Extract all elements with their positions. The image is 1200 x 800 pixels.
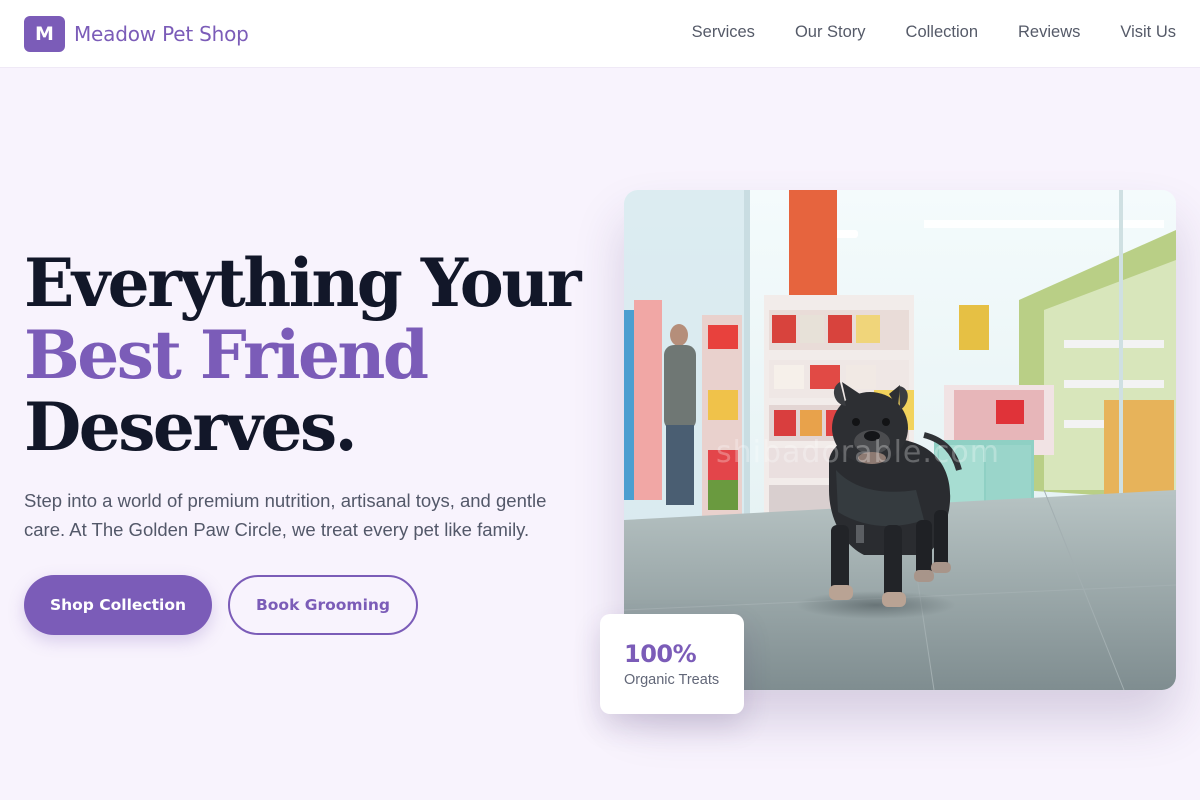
hero-description: Step into a world of premium nutrition, …: [24, 490, 547, 540]
nav-link-visit-us[interactable]: Visit Us: [1120, 23, 1176, 42]
nav-link-our-story[interactable]: Our Story: [795, 23, 866, 42]
hero-title-line-3: Deserves.: [24, 388, 358, 466]
nav-link-services[interactable]: Services: [692, 23, 755, 42]
main-nav: Services Our Story Collection Reviews Vi…: [692, 23, 1176, 42]
logo-mark: M: [24, 16, 65, 52]
brand-name: Meadow Pet Shop: [74, 22, 249, 46]
shop-collection-button[interactable]: Shop Collection: [24, 575, 212, 635]
stat-value: 100%: [624, 640, 697, 668]
stat-card: 100% Organic Treats: [600, 614, 744, 714]
stat-label: Organic Treats: [624, 672, 720, 688]
photo-watermark: shibadorable.com: [716, 435, 1000, 470]
hero-title-line-2: Best Friend: [24, 316, 429, 394]
hero-title-line-1: Everything Your: [24, 244, 582, 322]
site-header: M Meadow Pet Shop Services Our Story Col…: [0, 0, 1200, 68]
nav-link-reviews[interactable]: Reviews: [1018, 23, 1080, 42]
nav-link-collection[interactable]: Collection: [906, 23, 978, 42]
hero-title: Everything Your Best Friend Deserves.: [24, 247, 584, 463]
brand-logo[interactable]: M Meadow Pet Shop: [24, 16, 249, 52]
book-grooming-button[interactable]: Book Grooming: [228, 575, 418, 635]
